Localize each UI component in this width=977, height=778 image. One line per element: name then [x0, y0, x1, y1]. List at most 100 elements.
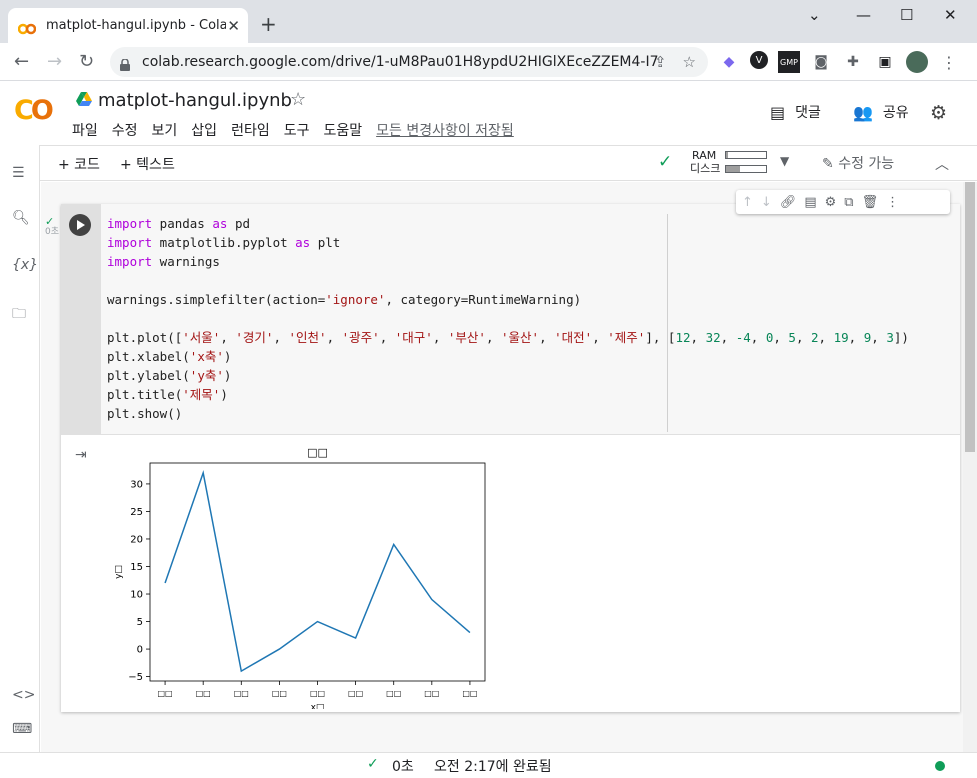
- google-drive-icon[interactable]: [76, 91, 92, 106]
- x-tick-label: □□: [424, 689, 439, 698]
- menu-help[interactable]: 도움말: [323, 120, 362, 140]
- table-of-contents-icon[interactable]: ☰: [12, 165, 25, 181]
- resource-monitor[interactable]: RAM 디스크: [690, 149, 720, 175]
- y-tick-label: 30: [130, 479, 143, 490]
- extensions-puzzle-icon[interactable]: ✚: [842, 51, 864, 73]
- code-token: ,: [720, 330, 736, 345]
- colab-favicon-icon: [17, 20, 37, 34]
- code-token: 3: [886, 330, 894, 345]
- code-token: 12: [675, 330, 691, 345]
- side-panel-icon[interactable]: ▣: [874, 51, 896, 73]
- command-palette-icon[interactable]: ⌨: [12, 721, 32, 737]
- minimize-button[interactable]: —: [856, 6, 871, 24]
- add-code-button[interactable]: + 코드: [58, 154, 100, 174]
- scrollbar[interactable]: [963, 182, 977, 752]
- bookmark-star-icon[interactable]: ☆: [683, 53, 696, 71]
- tab-search-icon[interactable]: ⌄: [808, 6, 821, 24]
- star-icon[interactable]: ☆: [290, 89, 306, 110]
- ram-label: RAM: [692, 149, 717, 162]
- notebook-title[interactable]: matplot-hangul.ipynb: [98, 90, 292, 111]
- menu-runtime[interactable]: 런타임: [231, 120, 270, 140]
- runtime-dropdown-icon[interactable]: ▼: [780, 154, 789, 168]
- variables-icon[interactable]: {x}: [12, 257, 38, 273]
- link-icon[interactable]: 🔗︎: [780, 195, 797, 210]
- code-token: ]): [893, 330, 909, 345]
- cell-gutter: [61, 204, 101, 434]
- browser-tab[interactable]: matplot-hangul.ipynb - Colabora ✕: [8, 8, 248, 43]
- more-options-icon[interactable]: ⋮: [886, 195, 899, 210]
- footer-completed-text[interactable]: 오전 2:17에 완료됨: [434, 756, 552, 776]
- tab-close-icon[interactable]: ✕: [227, 17, 240, 35]
- reload-icon[interactable]: ↻: [79, 51, 94, 72]
- code-token: 'x축': [189, 349, 224, 364]
- code-line: import matplotlib.pyplot as plt: [107, 233, 954, 252]
- comment-button[interactable]: ▤ 댓글: [770, 102, 821, 122]
- code-token: '인천': [288, 330, 327, 345]
- maximize-button[interactable]: ☐: [900, 6, 913, 24]
- add-text-button[interactable]: + 텍스트: [120, 154, 175, 174]
- x-tick-label: □□: [196, 689, 211, 698]
- scrollbar-thumb[interactable]: [965, 182, 975, 452]
- menu-edit[interactable]: 수정: [112, 120, 138, 140]
- footer-exec-time: 0초: [392, 759, 414, 775]
- extensions-area: ◆ V GMP ◙ ✚ ▣ ⋮: [718, 51, 960, 73]
- x-tick-label: □□: [158, 689, 173, 698]
- code-cell[interactable]: import pandas as pd import matplotlib.pyp…: [61, 190, 960, 712]
- forward-icon[interactable]: →: [47, 51, 62, 72]
- move-up-icon[interactable]: ↑: [742, 195, 753, 210]
- share-button[interactable]: 👥 공유: [853, 102, 909, 122]
- code-token: ,: [750, 330, 766, 345]
- code-token: ,: [432, 330, 448, 345]
- output-actions-icon[interactable]: ⇥: [75, 447, 87, 463]
- code-token: warnings.simplefilter(action=: [107, 292, 326, 307]
- mirror-cell-icon[interactable]: ⧉: [844, 195, 853, 210]
- menu-tools[interactable]: 도구: [284, 120, 310, 140]
- move-down-icon[interactable]: ↓: [761, 195, 772, 210]
- save-status-link[interactable]: 모든 변경사항이 저장됨: [376, 120, 514, 140]
- comment-label: 댓글: [795, 105, 821, 121]
- connected-check-icon: ✓: [658, 152, 673, 172]
- url-bar[interactable]: colab.research.google.com/drive/1-uM8Pau…: [110, 47, 708, 77]
- files-folder-icon[interactable]: 🗀: [12, 303, 26, 327]
- browser-menu-icon[interactable]: ⋮: [938, 51, 960, 73]
- code-editor[interactable]: import pandas as pd import matplotlib.pyp…: [101, 204, 960, 434]
- share-page-icon[interactable]: ⇪: [654, 53, 667, 71]
- profile-avatar[interactable]: [906, 51, 928, 73]
- comment-cell-icon[interactable]: ▤: [804, 195, 816, 210]
- colab-logo-icon[interactable]: CO: [14, 95, 54, 126]
- search-icon[interactable]: 🔍︎: [12, 210, 30, 226]
- code-token: ): [223, 349, 232, 364]
- back-icon[interactable]: ←: [14, 51, 29, 72]
- delete-icon[interactable]: 🗑︎: [862, 195, 879, 210]
- extension-gmp-icon[interactable]: GMP: [778, 51, 800, 73]
- lock-icon: [120, 56, 130, 71]
- menu-insert[interactable]: 삽입: [191, 120, 217, 140]
- settings-gear-icon[interactable]: ⚙: [930, 102, 947, 124]
- code-token: 'y축': [189, 368, 224, 383]
- code-token: plt.ylabel(: [107, 368, 190, 383]
- extension-camera-icon[interactable]: ◙: [810, 51, 832, 73]
- code-token: plt.title(: [107, 387, 183, 402]
- run-cell-button[interactable]: [69, 214, 91, 236]
- new-tab-button[interactable]: +: [260, 12, 277, 36]
- extension-clickup-icon[interactable]: ◆: [718, 51, 740, 73]
- notebook-toolbar: + 코드 + 텍스트 ✓ RAM 디스크 ▼ ✎ 수정 가능 ︿: [40, 145, 977, 181]
- collapse-header-icon[interactable]: ︿: [935, 154, 949, 174]
- code-token: ,: [220, 330, 236, 345]
- x-axis-label: x□: [311, 703, 325, 709]
- menu-file[interactable]: 파일: [72, 120, 98, 140]
- edit-mode-label: 수정 가능: [838, 156, 895, 172]
- window-close-button[interactable]: ✕: [944, 6, 957, 24]
- menu-view[interactable]: 보기: [152, 120, 178, 140]
- cell-settings-icon[interactable]: ⚙: [825, 195, 837, 210]
- code-snippets-icon[interactable]: <>: [12, 687, 35, 703]
- footer-check-icon: ✓: [367, 756, 379, 772]
- runtime-status-dot: [935, 761, 945, 771]
- extension-vd-icon[interactable]: V: [750, 51, 768, 69]
- edit-mode-button[interactable]: ✎ 수정 가능: [822, 153, 894, 173]
- y-tick-label: 15: [130, 562, 143, 573]
- line-chart: □□ −5 0 5 10 15 20 25 30 □□ □□ □□ □□ □□ □□ □□ □□ □□ x□ y□: [114, 446, 486, 709]
- x-tick-label: □□: [234, 689, 249, 698]
